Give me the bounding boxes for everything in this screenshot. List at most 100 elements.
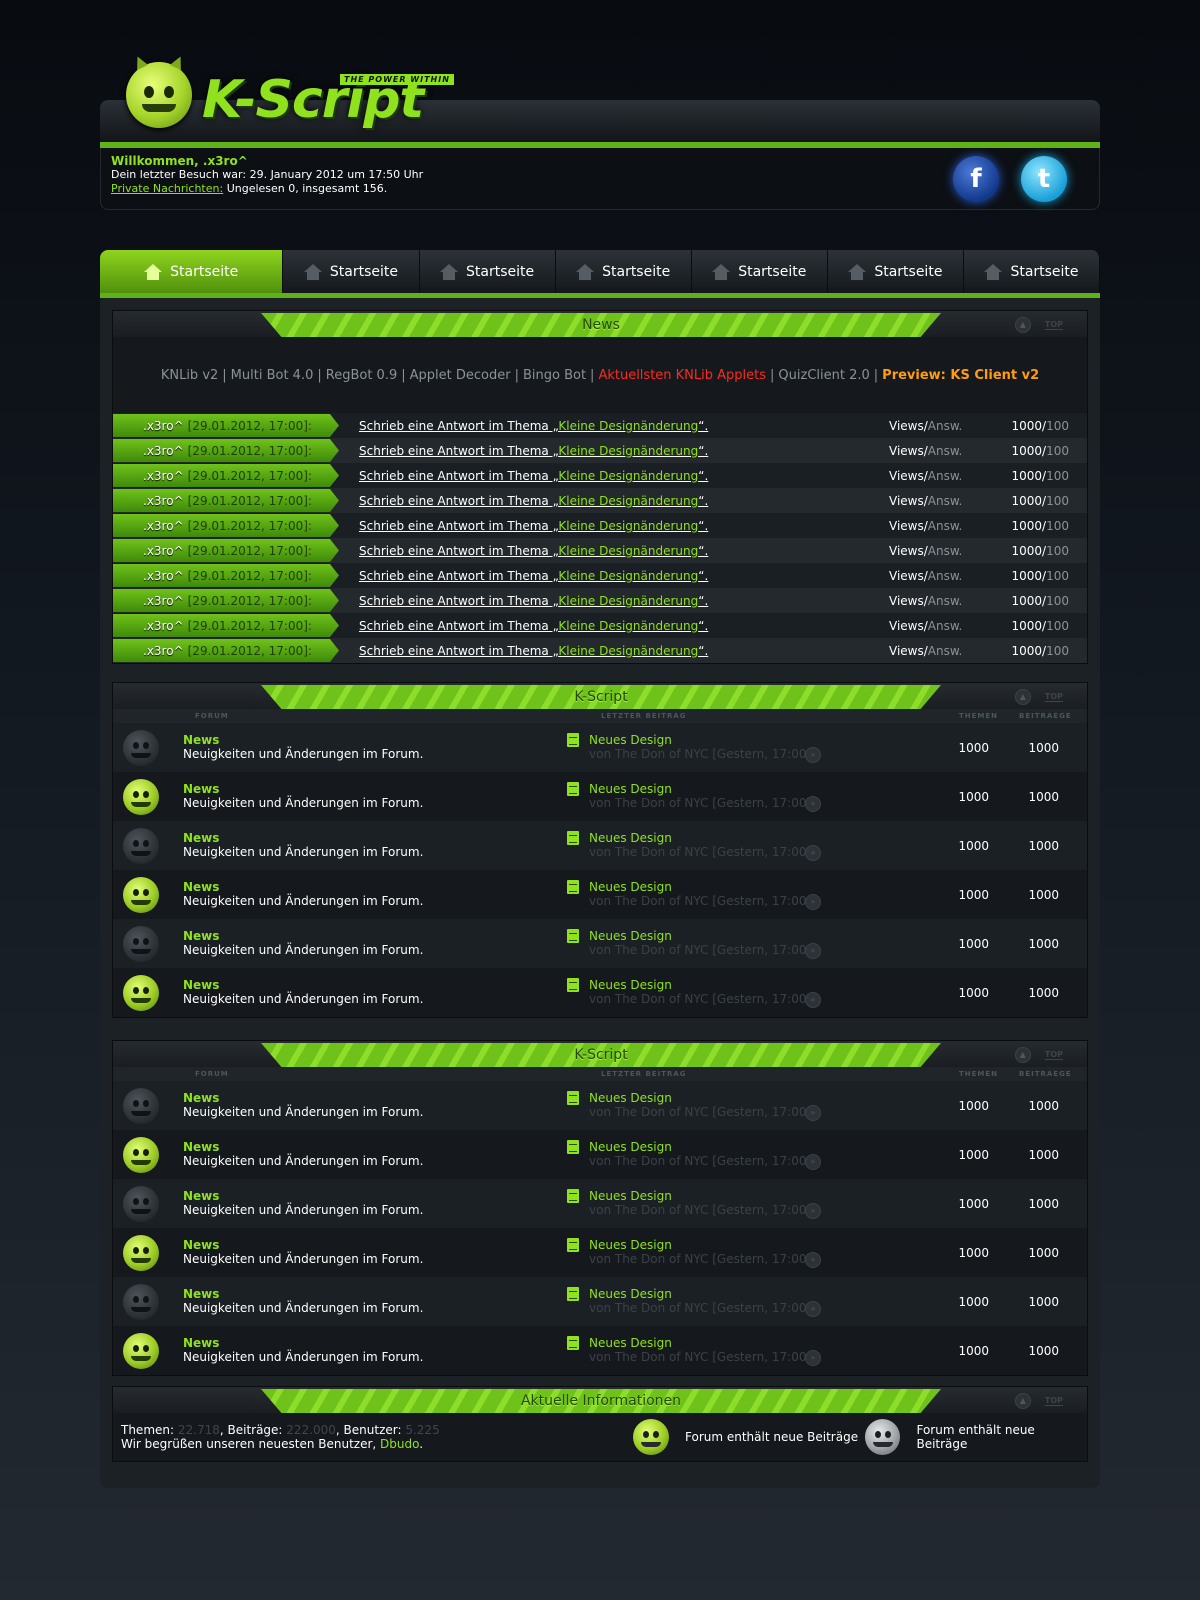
post-topic-link[interactable]: Kleine Designänderung [558, 494, 698, 508]
post-username[interactable]: .x3ro^ [143, 594, 184, 608]
newest-user-link[interactable]: Dbudo [380, 1437, 419, 1451]
news-link[interactable]: Preview: KS Client v2 [882, 368, 1039, 383]
go-to-last-post-icon[interactable]: » [805, 1154, 821, 1170]
post-topic-link[interactable]: Kleine Designänderung [558, 444, 698, 458]
news-link[interactable]: Aktuellsten KNLib Applets [598, 368, 766, 383]
post-summary[interactable]: Schrieb eine Antwort im Thema „Kleine De… [359, 494, 889, 508]
panel-title[interactable]: K-Script [261, 1043, 941, 1067]
post-summary[interactable]: Schrieb eine Antwort im Thema „Kleine De… [359, 594, 889, 608]
forum-title-link[interactable]: News [183, 880, 219, 894]
post-username[interactable]: .x3ro^ [143, 419, 184, 433]
facebook-icon[interactable]: f [953, 156, 999, 202]
post-summary[interactable]: Schrieb eine Antwort im Thema „Kleine De… [359, 444, 889, 458]
post-author[interactable]: .x3ro^ [29.01.2012, 17:00]: [113, 639, 339, 662]
news-link[interactable]: Multi Bot 4.0 [231, 368, 314, 383]
post-topic-link[interactable]: Kleine Designänderung [558, 644, 698, 658]
collapse-icon[interactable]: ▲ [1014, 689, 1031, 705]
panel-title[interactable]: K-Script [261, 685, 941, 709]
go-to-last-post-icon[interactable]: » [805, 1301, 821, 1317]
post-author[interactable]: .x3ro^ [29.01.2012, 17:00]: [113, 614, 339, 637]
go-to-last-post-icon[interactable]: » [805, 992, 821, 1008]
post-summary[interactable]: Schrieb eine Antwort im Thema „Kleine De… [359, 544, 889, 558]
nav-tab-home[interactable]: Startseite [283, 250, 420, 294]
collapse-icon[interactable]: ▲ [1014, 1393, 1031, 1409]
post-author[interactable]: .x3ro^ [29.01.2012, 17:00]: [113, 489, 339, 512]
forum-title-link[interactable]: News [183, 1336, 219, 1350]
forum-title-link[interactable]: News [183, 929, 219, 943]
post-topic-link[interactable]: Kleine Designänderung [558, 519, 698, 533]
last-post-link[interactable]: Neues Design [589, 929, 672, 943]
nav-tab-home[interactable]: Startseite [691, 250, 828, 294]
nav-tab-home[interactable]: Startseite [963, 250, 1101, 294]
top-link[interactable]: TOP [1044, 692, 1063, 702]
top-link[interactable]: TOP [1044, 1396, 1063, 1406]
forum-title-link[interactable]: News [183, 1140, 219, 1154]
go-to-last-post-icon[interactable]: » [805, 1350, 821, 1366]
mascot-logo-icon[interactable] [126, 54, 192, 128]
post-username[interactable]: .x3ro^ [143, 444, 184, 458]
top-link[interactable]: TOP [1044, 1050, 1063, 1060]
last-post-link[interactable]: Neues Design [589, 978, 672, 992]
nav-tab-home[interactable]: Startseite [555, 250, 692, 294]
go-to-last-post-icon[interactable]: » [805, 747, 821, 763]
forum-title-link[interactable]: News [183, 831, 219, 845]
nav-tab-home[interactable]: Startseite [419, 250, 556, 294]
top-link[interactable]: TOP [1044, 320, 1063, 330]
post-username[interactable]: .x3ro^ [143, 494, 184, 508]
last-post-link[interactable]: Neues Design [589, 831, 672, 845]
news-link[interactable]: Bingo Bot [523, 368, 586, 383]
last-post-link[interactable]: Neues Design [589, 733, 672, 747]
last-post-link[interactable]: Neues Design [589, 1238, 672, 1252]
nav-tab-home[interactable]: Startseite [827, 250, 964, 294]
post-summary[interactable]: Schrieb eine Antwort im Thema „Kleine De… [359, 519, 889, 533]
post-summary[interactable]: Schrieb eine Antwort im Thema „Kleine De… [359, 419, 889, 433]
last-post-link[interactable]: Neues Design [589, 880, 672, 894]
post-username[interactable]: .x3ro^ [143, 569, 184, 583]
last-post-link[interactable]: Neues Design [589, 1140, 672, 1154]
post-summary[interactable]: Schrieb eine Antwort im Thema „Kleine De… [359, 569, 889, 583]
news-link[interactable]: RegBot 0.9 [326, 368, 397, 383]
go-to-last-post-icon[interactable]: » [805, 796, 821, 812]
post-topic-link[interactable]: Kleine Designänderung [558, 619, 698, 633]
post-summary[interactable]: Schrieb eine Antwort im Thema „Kleine De… [359, 644, 889, 658]
post-topic-link[interactable]: Kleine Designänderung [558, 419, 698, 433]
last-post-link[interactable]: Neues Design [589, 1287, 672, 1301]
post-author[interactable]: .x3ro^ [29.01.2012, 17:00]: [113, 589, 339, 612]
go-to-last-post-icon[interactable]: » [805, 1252, 821, 1268]
post-username[interactable]: .x3ro^ [143, 469, 184, 483]
forum-title-link[interactable]: News [183, 733, 219, 747]
nav-tab-home[interactable]: Startseite [100, 250, 284, 294]
twitter-icon[interactable]: t [1021, 156, 1067, 202]
post-summary[interactable]: Schrieb eine Antwort im Thema „Kleine De… [359, 619, 889, 633]
post-topic-link[interactable]: Kleine Designänderung [558, 594, 698, 608]
forum-title-link[interactable]: News [183, 978, 219, 992]
go-to-last-post-icon[interactable]: » [805, 1105, 821, 1121]
news-link[interactable]: Applet Decoder [410, 368, 511, 383]
post-author[interactable]: .x3ro^ [29.01.2012, 17:00]: [113, 539, 339, 562]
post-username[interactable]: .x3ro^ [143, 644, 184, 658]
last-post-link[interactable]: Neues Design [589, 782, 672, 796]
post-author[interactable]: .x3ro^ [29.01.2012, 17:00]: [113, 464, 339, 487]
forum-title-link[interactable]: News [183, 1091, 219, 1105]
post-username[interactable]: .x3ro^ [143, 619, 184, 633]
post-summary[interactable]: Schrieb eine Antwort im Thema „Kleine De… [359, 469, 889, 483]
post-author[interactable]: .x3ro^ [29.01.2012, 17:00]: [113, 414, 339, 437]
post-topic-link[interactable]: Kleine Designänderung [558, 469, 698, 483]
post-author[interactable]: .x3ro^ [29.01.2012, 17:00]: [113, 564, 339, 587]
post-username[interactable]: .x3ro^ [143, 544, 184, 558]
post-author[interactable]: .x3ro^ [29.01.2012, 17:00]: [113, 439, 339, 462]
forum-title-link[interactable]: News [183, 1189, 219, 1203]
post-topic-link[interactable]: Kleine Designänderung [558, 569, 698, 583]
go-to-last-post-icon[interactable]: » [805, 1203, 821, 1219]
forum-title-link[interactable]: News [183, 782, 219, 796]
private-messages-link[interactable]: Private Nachrichten: [111, 182, 223, 195]
go-to-last-post-icon[interactable]: » [805, 943, 821, 959]
collapse-icon[interactable]: ▲ [1014, 317, 1031, 333]
post-author[interactable]: .x3ro^ [29.01.2012, 17:00]: [113, 514, 339, 537]
go-to-last-post-icon[interactable]: » [805, 845, 821, 861]
post-username[interactable]: .x3ro^ [143, 519, 184, 533]
news-link[interactable]: QuizClient 2.0 [778, 368, 869, 383]
last-post-link[interactable]: Neues Design [589, 1189, 672, 1203]
post-topic-link[interactable]: Kleine Designänderung [558, 544, 698, 558]
go-to-last-post-icon[interactable]: » [805, 894, 821, 910]
